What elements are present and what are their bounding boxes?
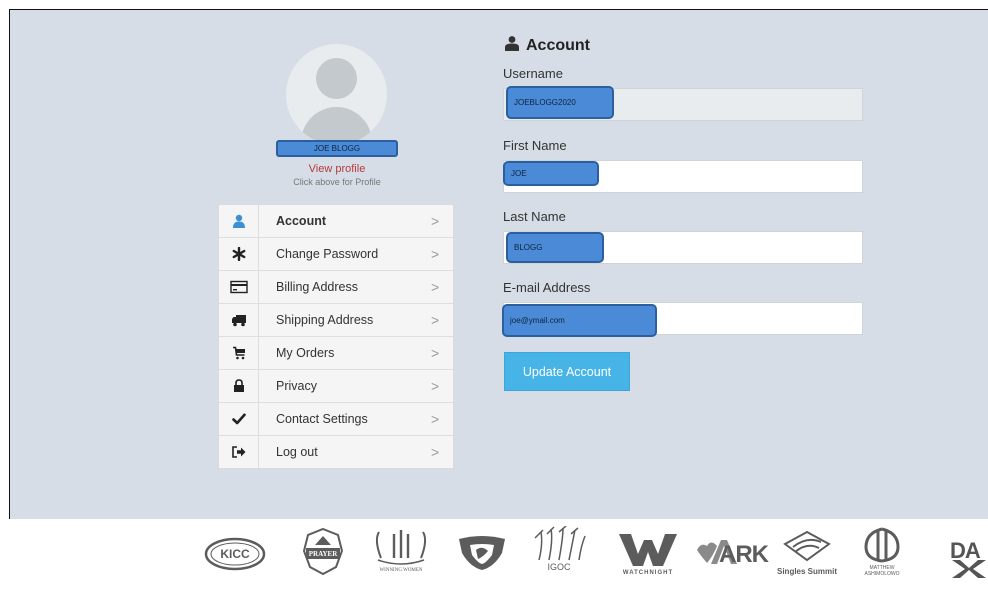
- avatar-head: [316, 58, 357, 99]
- logout-icon: [219, 436, 259, 468]
- menu-item-account[interactable]: Account >: [219, 205, 453, 238]
- cart-icon: [219, 337, 259, 369]
- menu-item-shipping-address[interactable]: Shipping Address >: [219, 304, 453, 337]
- chevron-right-icon: >: [431, 246, 440, 262]
- account-heading: Account: [504, 35, 590, 56]
- menu-item-billing-address[interactable]: Billing Address >: [219, 271, 453, 304]
- matthew-ashimolowo-logo[interactable]: MATTHEW ASHIMOLOWO: [852, 527, 912, 579]
- chevron-right-icon: >: [431, 279, 440, 295]
- matthew-ashimolowo-logo-text: MATTHEW ASHIMOLOWO: [864, 565, 900, 577]
- email-label: E-mail Address: [503, 280, 591, 295]
- lock-icon: [219, 370, 259, 402]
- prayer-logo[interactable]: PRAYER: [300, 527, 346, 577]
- username-label: Username: [503, 66, 563, 81]
- user-icon: [504, 35, 520, 56]
- menu-item-contact-settings[interactable]: Contact Settings >: [219, 403, 453, 436]
- user-icon: [219, 205, 259, 237]
- winning-women-logo[interactable]: WINNING WOMEN: [366, 528, 436, 578]
- checkmark-icon: [219, 403, 259, 435]
- menu-item-log-out[interactable]: Log out >: [219, 436, 453, 468]
- chevron-right-icon: >: [431, 345, 440, 361]
- winning-women-logo-text: WINNING WOMEN: [379, 568, 423, 573]
- menu-item-label: Contact Settings: [276, 412, 368, 426]
- email-value: joe@ymail.com: [502, 304, 657, 337]
- update-account-button[interactable]: Update Account: [504, 352, 630, 391]
- singles-summit-logo-text: Singles Summit: [777, 567, 838, 576]
- igoc-logo[interactable]: IGOC: [529, 525, 589, 578]
- truck-icon: [219, 304, 259, 336]
- chevron-right-icon: >: [431, 213, 440, 229]
- shield-logo[interactable]: [456, 535, 508, 571]
- menu-item-label: Privacy: [276, 379, 317, 393]
- ark-logo[interactable]: ARK: [693, 536, 769, 572]
- chevron-right-icon: >: [431, 411, 440, 427]
- last-name-value: BLOGG: [506, 232, 604, 263]
- menu-item-change-password[interactable]: Change Password >: [219, 238, 453, 271]
- singles-summit-logo[interactable]: Singles Summit: [777, 530, 837, 578]
- account-page-background: [10, 10, 988, 519]
- menu-item-my-orders[interactable]: My Orders >: [219, 337, 453, 370]
- menu-item-privacy[interactable]: Privacy >: [219, 370, 453, 403]
- page-title: Account: [526, 36, 590, 54]
- menu-item-label: Shipping Address: [276, 313, 374, 327]
- watchnight-logo[interactable]: WATCHNIGHT: [613, 532, 683, 580]
- last-name-label: Last Name: [503, 209, 566, 224]
- menu-item-label: Billing Address: [276, 280, 358, 294]
- profile-name: JOE BLOGG: [276, 140, 398, 157]
- account-menu: Account > Change Password > Billing Addr…: [218, 204, 454, 469]
- profile-hint: Click above for Profile: [293, 177, 381, 187]
- kicc-logo-text: KICC: [220, 547, 250, 561]
- chevron-right-icon: >: [431, 312, 440, 328]
- menu-item-label: Change Password: [276, 247, 379, 261]
- credit-card-icon: [219, 271, 259, 303]
- igoc-logo-text: IGOC: [547, 562, 571, 572]
- ark-logo-text: ARK: [719, 541, 769, 568]
- prayer-logo-text: PRAYER: [308, 550, 338, 558]
- menu-item-label: Account: [276, 214, 326, 228]
- da-logo[interactable]: DA: [950, 538, 988, 578]
- view-profile-link[interactable]: View profile: [276, 163, 398, 175]
- asterisk-icon: [219, 238, 259, 270]
- avatar[interactable]: [286, 44, 387, 145]
- username-value: JOEBLOGG2020: [506, 86, 614, 119]
- first-name-value: JOE: [503, 161, 599, 186]
- chevron-right-icon: >: [431, 444, 440, 460]
- first-name-label: First Name: [503, 138, 567, 153]
- watchnight-logo-text: WATCHNIGHT: [622, 570, 674, 576]
- partner-logos: KICC PRAYER WINNING WOMEN IGOC WATCHNIGH…: [0, 520, 988, 603]
- kicc-logo[interactable]: KICC: [204, 537, 266, 571]
- menu-item-label: Log out: [276, 445, 318, 459]
- chevron-right-icon: >: [431, 378, 440, 394]
- menu-item-label: My Orders: [276, 346, 335, 360]
